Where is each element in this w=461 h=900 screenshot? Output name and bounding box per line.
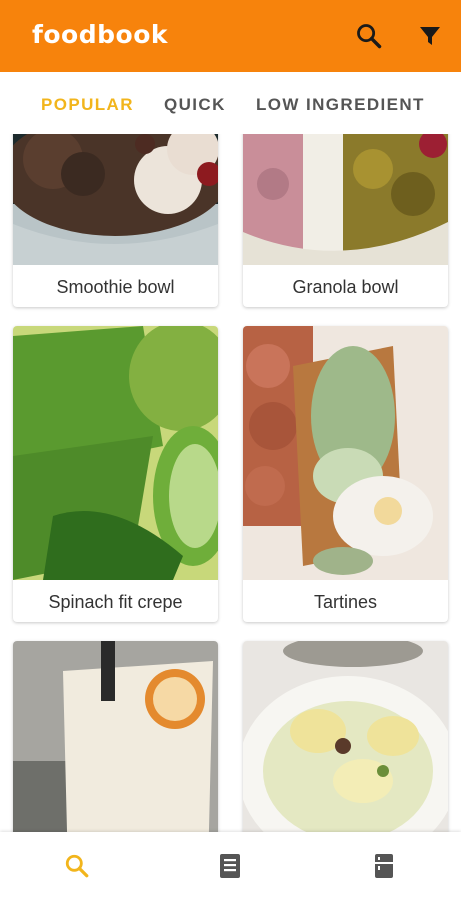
recipe-title: Smoothie bowl — [56, 277, 175, 297]
filter-icon — [420, 27, 440, 45]
recipe-grid: Smoothie bowl Granola bowl Spinach fit c… — [0, 134, 461, 832]
search-icon — [357, 24, 382, 49]
tab-quick[interactable]: QUICK — [164, 95, 226, 115]
search-button[interactable] — [351, 18, 387, 54]
bottom-navigation — [0, 832, 461, 900]
recipe-card[interactable]: Granola bowl — [243, 134, 448, 307]
category-tabs: POPULAR QUICK LOW INGREDIENT — [0, 72, 461, 134]
recipe-card[interactable] — [243, 641, 448, 832]
recipe-book-icon — [220, 854, 240, 878]
nav-fridge-button[interactable] — [368, 850, 400, 882]
app-logo: foodbook — [32, 20, 168, 49]
nav-recipes-button[interactable] — [214, 850, 246, 882]
recipe-image — [243, 326, 448, 580]
recipe-title: Tartines — [313, 592, 378, 612]
recipe-card[interactable]: Smoothie bowl — [13, 134, 218, 307]
fridge-icon — [375, 854, 393, 878]
search-icon — [65, 854, 89, 878]
recipe-card[interactable]: Tartines — [243, 326, 448, 622]
recipe-card[interactable]: Spinach fit crepe — [13, 326, 218, 622]
recipe-image — [13, 134, 218, 265]
recipe-image — [243, 134, 448, 265]
recipe-image — [243, 641, 448, 832]
recipe-image — [13, 326, 218, 580]
recipe-title: Granola bowl — [292, 277, 399, 297]
recipe-card[interactable] — [13, 641, 218, 832]
filter-button[interactable] — [412, 18, 448, 54]
nav-search-button[interactable] — [61, 850, 93, 882]
tab-low-ingredient[interactable]: LOW INGREDIENT — [256, 95, 425, 115]
tab-popular[interactable]: POPULAR — [41, 95, 134, 115]
app-bar: foodbook — [0, 0, 461, 72]
recipe-image — [13, 641, 218, 832]
recipe-title: Spinach fit crepe — [48, 592, 183, 612]
